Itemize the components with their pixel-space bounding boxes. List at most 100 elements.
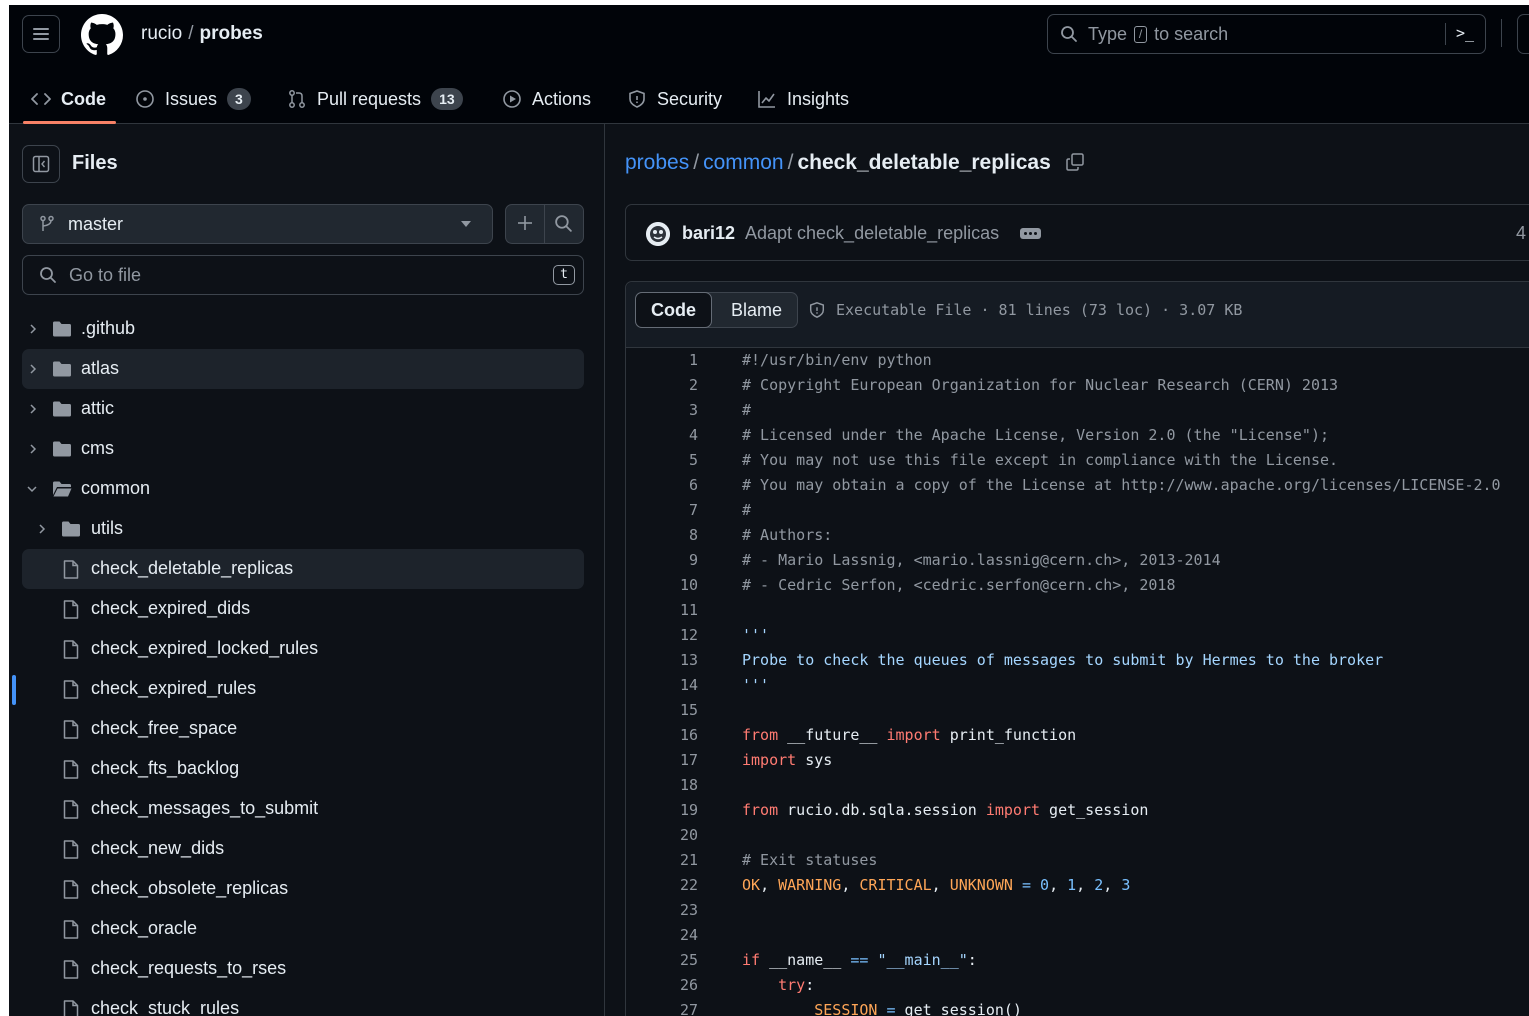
window-edge-left <box>0 0 9 1016</box>
tab-actions[interactable]: Actions <box>502 75 591 123</box>
code-view-button[interactable]: Code <box>635 292 712 328</box>
file-icon <box>63 760 79 779</box>
tree-item-cms[interactable]: cms <box>22 429 584 469</box>
add-file-icon[interactable] <box>515 213 535 233</box>
sidebar-collapse-icon <box>32 155 50 173</box>
code-text: SESSION = get_session() <box>814 1001 1022 1016</box>
code-line: 19 from rucio.db.sqla.session import get_… <box>626 798 1529 823</box>
menu-button[interactable] <box>22 15 60 53</box>
tree-item-file[interactable]: check_fts_backlog <box>22 749 584 789</box>
line-number[interactable]: 1 <box>626 348 698 373</box>
line-number[interactable]: 16 <box>626 723 698 748</box>
collapse-sidebar-button[interactable] <box>22 145 60 183</box>
tree-item-file[interactable]: check_free_space <box>22 709 584 749</box>
tree-item-label: check_oracle <box>91 918 198 938</box>
line-number[interactable]: 9 <box>626 548 698 573</box>
code-line: 8 # Authors: <box>626 523 1529 548</box>
folder-icon <box>53 441 71 457</box>
line-number[interactable]: 27 <box>626 998 698 1016</box>
line-number[interactable]: 13 <box>626 648 698 673</box>
tab-security[interactable]: Security <box>627 75 722 123</box>
hamburger-icon <box>33 28 49 40</box>
global-search-input[interactable]: Type / to search >_ <box>1047 14 1486 54</box>
code-text: Probe to check the queues of messages to… <box>742 651 1384 669</box>
file-icon <box>63 800 79 819</box>
line-number[interactable]: 23 <box>626 898 698 923</box>
line-number[interactable]: 6 <box>626 473 698 498</box>
copy-path-icon[interactable] <box>1065 152 1085 178</box>
commit-author[interactable]: bari12 <box>682 223 735 244</box>
commit-message[interactable]: Adapt check_deletable_replicas <box>745 223 999 244</box>
tree-item-file[interactable]: check_messages_to_submit <box>22 789 584 829</box>
tree-item-utils[interactable]: utils <box>22 509 584 549</box>
tree-item-file[interactable]: check_obsolete_replicas <box>22 869 584 909</box>
tree-item-file[interactable]: check_expired_dids <box>22 589 584 629</box>
line-number[interactable]: 25 <box>626 948 698 973</box>
line-number[interactable]: 14 <box>626 673 698 698</box>
code-text: # Copyright European Organization for Nu… <box>742 376 1339 394</box>
code-text: try: <box>778 976 815 994</box>
view-mode-toggle: Code Blame <box>635 292 798 328</box>
line-number[interactable]: 11 <box>626 598 698 623</box>
github-logo-icon[interactable] <box>81 14 123 56</box>
code-text: # Exit statuses <box>742 851 878 869</box>
path-dir-link[interactable]: common <box>703 151 784 174</box>
tab-insights[interactable]: Insights <box>757 75 849 123</box>
blame-view-button[interactable]: Blame <box>731 300 782 321</box>
tree-item-file[interactable]: check_stuck_rules <box>22 989 584 1016</box>
tree-item-file[interactable]: check_expired_rules <box>22 669 584 709</box>
line-number[interactable]: 4 <box>626 423 698 448</box>
line-number[interactable]: 7 <box>626 498 698 523</box>
avatar[interactable] <box>646 222 670 246</box>
line-number[interactable]: 2 <box>626 373 698 398</box>
line-number[interactable]: 21 <box>626 848 698 873</box>
graph-icon <box>758 91 775 108</box>
tree-item-github[interactable]: .github <box>22 309 584 349</box>
chevron-down-icon <box>461 221 471 227</box>
tab-issues[interactable]: Issues 3 <box>135 75 251 123</box>
code-line: 7 # <box>626 498 1529 523</box>
issues-count-badge: 3 <box>227 88 251 110</box>
line-number[interactable]: 8 <box>626 523 698 548</box>
tree-item-label: check_new_dids <box>91 838 225 858</box>
tree-item-atlas[interactable]: atlas <box>22 349 584 389</box>
tree-item-file[interactable]: check_requests_to_rses <box>22 949 584 989</box>
repo-owner-link[interactable]: rucio <box>141 23 182 44</box>
tab-pull-requests[interactable]: Pull requests 13 <box>287 75 463 123</box>
tab-actions-label: Actions <box>532 88 592 109</box>
line-number[interactable]: 24 <box>626 923 698 948</box>
code-line: 25 if __name__ == "__main__": <box>626 948 1529 973</box>
tree-item-attic[interactable]: attic <box>22 389 584 429</box>
path-root-link[interactable]: probes <box>625 151 689 174</box>
code-line: 14 ''' <box>626 673 1529 698</box>
code-viewer: 1 #!/usr/bin/env python 2 # Copyright Europ… <box>626 348 1529 1016</box>
repo-name-link[interactable]: probes <box>199 23 262 44</box>
line-number[interactable]: 19 <box>626 798 698 823</box>
header-action-button[interactable] <box>1517 14 1529 54</box>
code-line: 17 import sys <box>626 748 1529 773</box>
tree-item-file-selected[interactable]: check_deletable_replicas <box>22 549 584 589</box>
command-palette-icon[interactable]: >_ <box>1456 24 1474 42</box>
tree-item-common[interactable]: common <box>22 469 584 509</box>
line-number[interactable]: 12 <box>626 623 698 648</box>
tree-item-file[interactable]: check_new_dids <box>22 829 584 869</box>
line-number[interactable]: 3 <box>626 398 698 423</box>
line-number[interactable]: 17 <box>626 748 698 773</box>
tree-item-label: atlas <box>81 358 120 378</box>
search-files-icon[interactable] <box>554 214 573 233</box>
tree-item-file[interactable]: check_oracle <box>22 909 584 949</box>
line-number[interactable]: 18 <box>626 773 698 798</box>
line-number[interactable]: 10 <box>626 573 698 598</box>
ellipsis-icon[interactable] <box>1020 228 1041 239</box>
line-number[interactable]: 15 <box>626 698 698 723</box>
tab-code[interactable]: Code <box>23 75 116 124</box>
tree-item-file[interactable]: check_expired_locked_rules <box>22 629 584 669</box>
line-number[interactable]: 22 <box>626 873 698 898</box>
line-number[interactable]: 5 <box>626 448 698 473</box>
branch-selector[interactable]: master <box>22 204 493 244</box>
go-to-file-input[interactable]: Go to file t <box>22 255 584 295</box>
chevron-right-icon <box>30 364 37 374</box>
code-text: #!/usr/bin/env python <box>742 351 932 369</box>
line-number[interactable]: 20 <box>626 823 698 848</box>
line-number[interactable]: 26 <box>626 973 698 998</box>
